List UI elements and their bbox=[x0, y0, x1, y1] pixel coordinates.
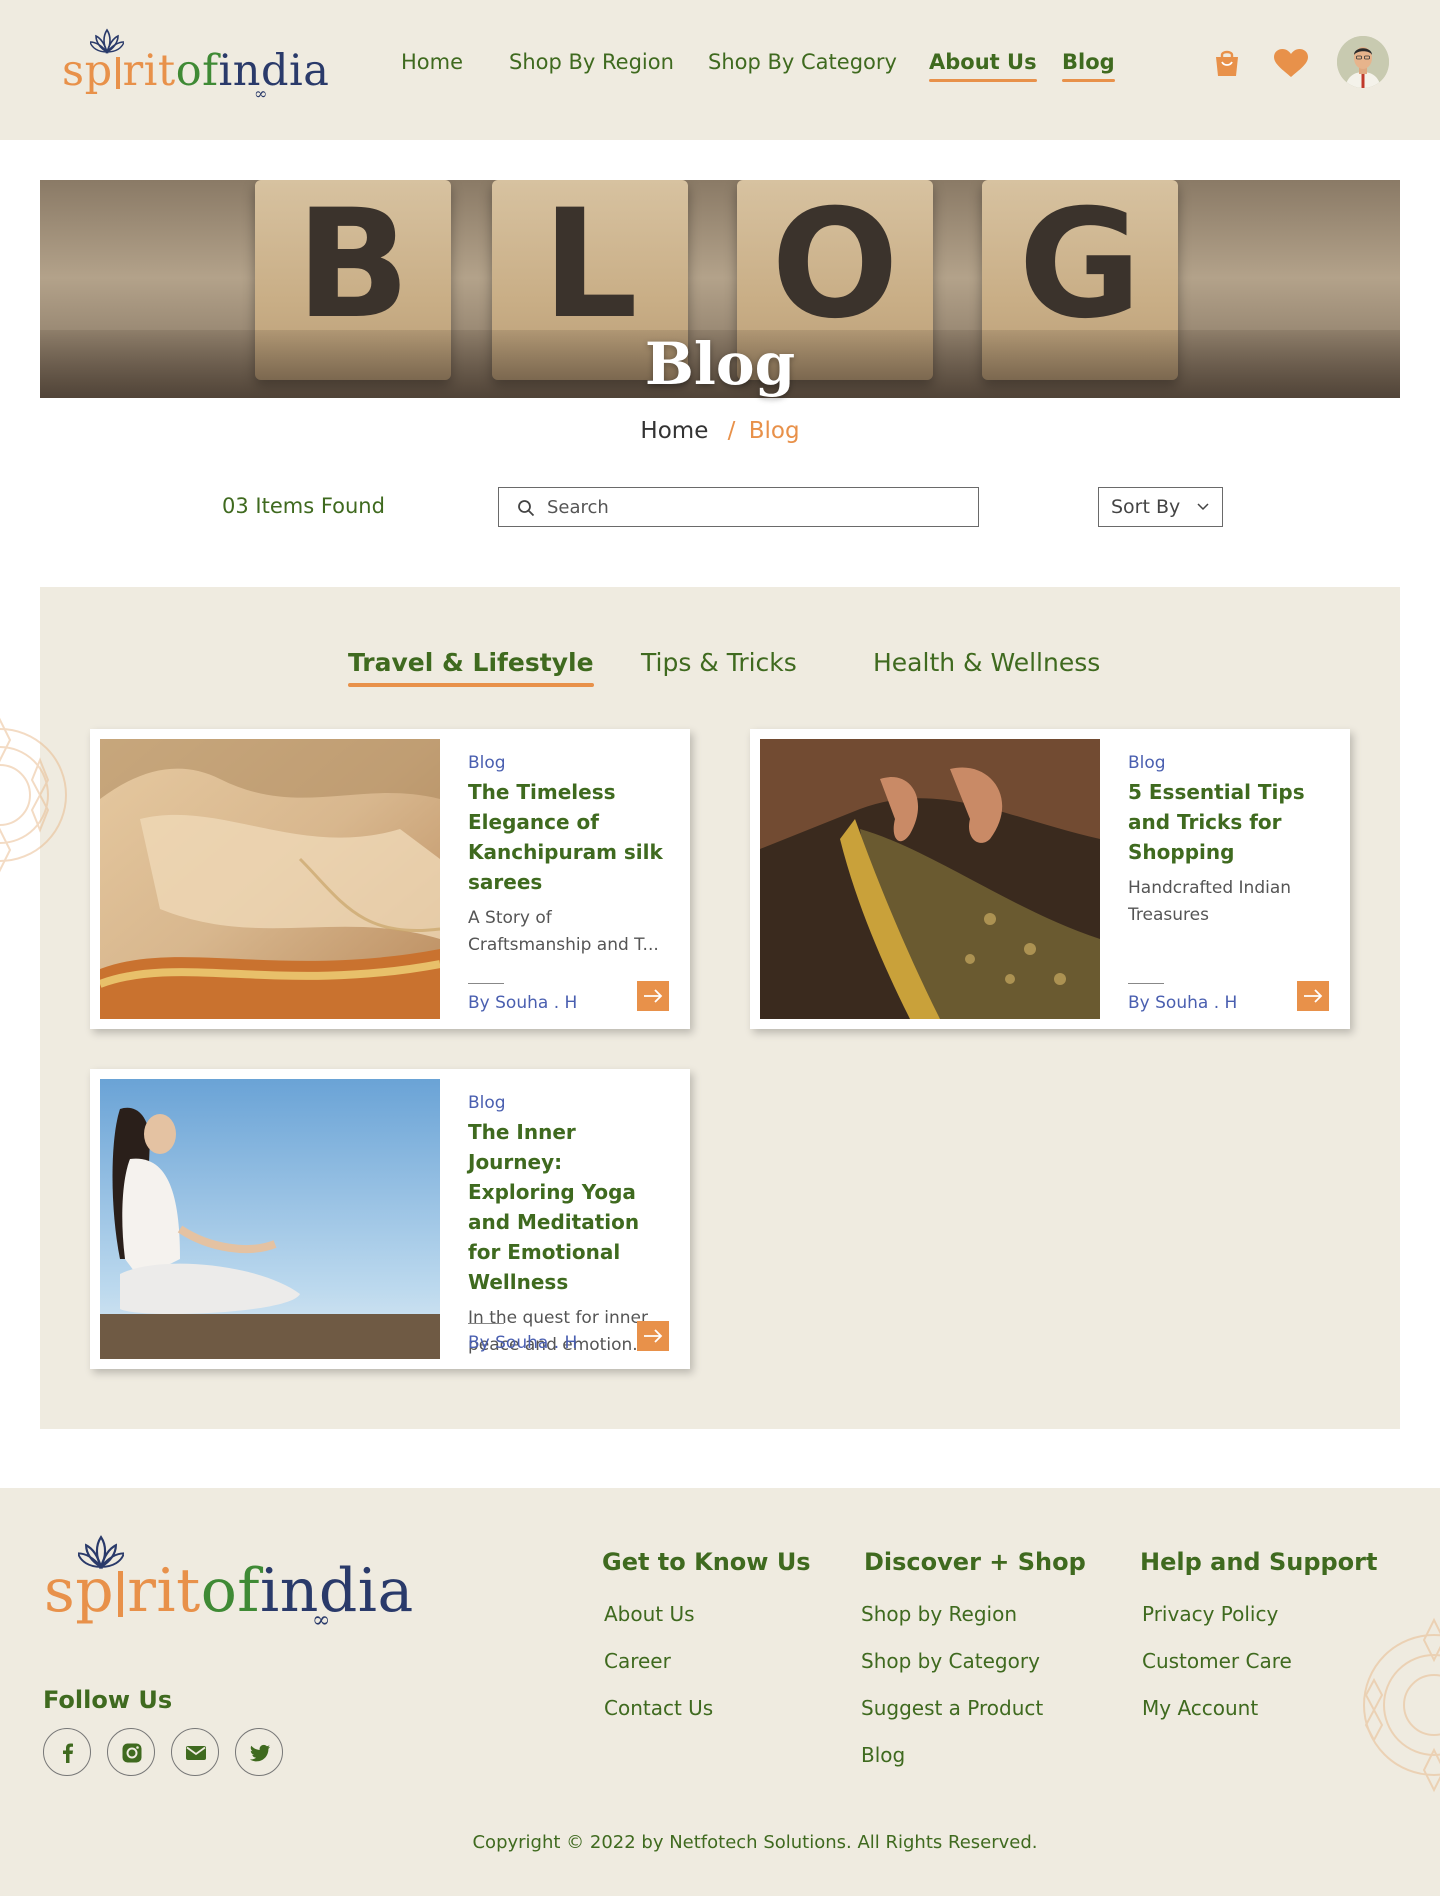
post-title[interactable]: 5 Essential Tips and Tricks for Shopping bbox=[1128, 777, 1333, 867]
infinity-icon: ∞ bbox=[312, 1608, 331, 1633]
nav-active-underline bbox=[1062, 79, 1115, 82]
instagram-icon bbox=[122, 1743, 142, 1763]
tab-travel-lifestyle[interactable]: Travel & Lifestyle bbox=[348, 648, 594, 687]
breadcrumb-separator: / bbox=[727, 418, 736, 444]
search-input[interactable] bbox=[547, 494, 957, 520]
footer-link-career[interactable]: Career bbox=[604, 1649, 671, 1673]
footer-heading-help-support: Help and Support bbox=[1140, 1548, 1378, 1576]
divider bbox=[1128, 983, 1164, 984]
nav-shop-by-region[interactable]: Shop By Region bbox=[509, 50, 674, 74]
post-author: By Souha . H bbox=[1128, 993, 1238, 1013]
post-category[interactable]: Blog bbox=[468, 753, 673, 773]
divider bbox=[468, 1323, 504, 1324]
post-author: By Souha . H bbox=[468, 993, 578, 1013]
follow-us-heading: Follow Us bbox=[43, 1686, 173, 1714]
sort-label: Sort By bbox=[1111, 496, 1181, 518]
nav-about-us[interactable]: About Us bbox=[929, 50, 1037, 82]
mandala-decoration bbox=[0, 717, 67, 873]
image-placeholder bbox=[100, 1079, 440, 1359]
facebook-link[interactable] bbox=[43, 1728, 91, 1776]
items-found-count: 03 Items Found bbox=[222, 494, 385, 518]
post-title[interactable]: The Inner Journey: Exploring Yoga and Me… bbox=[468, 1117, 673, 1297]
avatar-illustration bbox=[1337, 36, 1389, 88]
read-more-button[interactable] bbox=[637, 1321, 669, 1351]
facebook-icon bbox=[63, 1743, 73, 1763]
copyright-text: Copyright © 2022 by Netfotech Solutions.… bbox=[472, 1832, 1038, 1853]
breadcrumb-current: Blog bbox=[748, 418, 800, 444]
nav-active-underline bbox=[929, 79, 1037, 82]
post-author: By Souha . H bbox=[468, 1333, 578, 1353]
blog-card[interactable]: Blog The Inner Journey: Exploring Yoga a… bbox=[90, 1069, 690, 1369]
footer-link-shop-by-category[interactable]: Shop by Category bbox=[861, 1649, 1040, 1673]
infinity-icon: ∞ bbox=[254, 84, 268, 103]
image-placeholder bbox=[760, 739, 1100, 1019]
footer-link-privacy-policy[interactable]: Privacy Policy bbox=[1142, 1602, 1278, 1626]
post-title[interactable]: The Timeless Elegance of Kanchipuram sil… bbox=[468, 777, 673, 897]
arrow-right-icon bbox=[1304, 989, 1323, 1003]
mail-link[interactable] bbox=[171, 1728, 219, 1776]
nav-blog[interactable]: Blog bbox=[1062, 50, 1115, 82]
nav-home[interactable]: Home bbox=[401, 50, 463, 74]
sort-dropdown[interactable]: Sort By bbox=[1098, 487, 1223, 527]
post-category[interactable]: Blog bbox=[468, 1093, 673, 1113]
yoga-meditation-photo bbox=[100, 1079, 440, 1359]
footer-link-shop-by-region[interactable]: Shop by Region bbox=[861, 1602, 1017, 1626]
page-title: Blog bbox=[644, 330, 796, 398]
search-box[interactable] bbox=[498, 487, 979, 527]
twitter-icon bbox=[249, 1744, 270, 1762]
post-excerpt: Handcrafted Indian Treasures bbox=[1128, 878, 1292, 925]
footer-link-suggest-product[interactable]: Suggest a Product bbox=[861, 1696, 1043, 1720]
footer-link-about-us[interactable]: About Us bbox=[604, 1602, 695, 1626]
footer-heading-discover-shop: Discover + Shop bbox=[864, 1548, 1086, 1576]
post-category[interactable]: Blog bbox=[1128, 753, 1333, 773]
footer-link-blog[interactable]: Blog bbox=[861, 1743, 905, 1767]
tab-active-underline bbox=[348, 683, 594, 687]
read-more-button[interactable] bbox=[637, 981, 669, 1011]
user-avatar[interactable] bbox=[1337, 36, 1389, 88]
chevron-down-icon bbox=[1197, 503, 1209, 511]
breadcrumb-home[interactable]: Home bbox=[640, 418, 708, 444]
image-placeholder bbox=[100, 739, 440, 1019]
twitter-link[interactable] bbox=[235, 1728, 283, 1776]
footer-link-contact-us[interactable]: Contact Us bbox=[604, 1696, 713, 1720]
divider bbox=[468, 983, 504, 984]
nav-shop-by-category[interactable]: Shop By Category bbox=[708, 50, 897, 74]
search-icon bbox=[518, 500, 535, 517]
breadcrumb: Home / Blog bbox=[0, 418, 1440, 444]
logo-wordmark: sp ritofindia bbox=[44, 1556, 414, 1626]
mandala-decoration bbox=[1363, 1617, 1440, 1793]
blog-card[interactable]: Blog The Timeless Elegance of Kanchipura… bbox=[90, 729, 690, 1029]
mail-icon bbox=[186, 1746, 206, 1760]
read-more-button[interactable] bbox=[1297, 981, 1329, 1011]
tab-health-wellness[interactable]: Health & Wellness bbox=[873, 648, 1100, 677]
embroidered-fabric-photo bbox=[760, 739, 1100, 1019]
shopping-bag-icon[interactable] bbox=[1212, 48, 1242, 78]
footer-heading-know-us: Get to Know Us bbox=[602, 1548, 811, 1576]
arrow-right-icon bbox=[644, 1329, 663, 1343]
footer-link-my-account[interactable]: My Account bbox=[1142, 1696, 1258, 1720]
arrow-right-icon bbox=[644, 989, 663, 1003]
footer-link-customer-care[interactable]: Customer Care bbox=[1142, 1649, 1292, 1673]
instagram-link[interactable] bbox=[107, 1728, 155, 1776]
post-excerpt: A Story of Craftsmanship and T... bbox=[468, 908, 659, 955]
blog-card[interactable]: Blog 5 Essential Tips and Tricks for Sho… bbox=[750, 729, 1350, 1029]
logo-wordmark: sp ritofindia bbox=[62, 46, 330, 96]
silk-saree-photo bbox=[100, 739, 440, 1019]
tab-tips-tricks[interactable]: Tips & Tricks bbox=[641, 648, 797, 677]
heart-icon[interactable] bbox=[1273, 48, 1309, 78]
